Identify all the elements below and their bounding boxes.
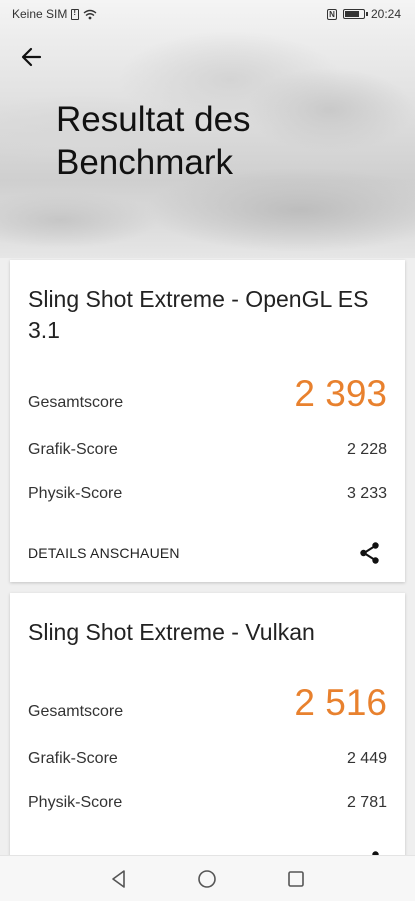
sim-warning-icon <box>71 8 80 20</box>
nav-home-button[interactable] <box>196 868 218 890</box>
nav-recents-button[interactable] <box>285 868 307 890</box>
back-triangle-icon <box>112 870 125 888</box>
status-bar: Keine SIM N 20:24 <box>0 0 415 28</box>
graphics-score-label: Grafik-Score <box>28 441 118 458</box>
carrier-label: Keine SIM <box>12 7 68 21</box>
test-title: Sling Shot Extreme - Vulkan <box>28 619 315 645</box>
physics-score-value: 2 781 <box>346 794 387 811</box>
total-score-label: Gesamtscore <box>28 394 124 411</box>
share-button[interactable] <box>357 540 383 566</box>
graphics-score-label: Grafik-Score <box>28 750 118 767</box>
details-button[interactable]: DETAILS ANSCHAUEN <box>28 545 180 561</box>
home-circle-icon <box>198 870 216 888</box>
graphics-score-value: 2 228 <box>346 441 387 458</box>
clock: 20:24 <box>370 7 401 21</box>
page-title: Resultat des Benchmark <box>56 100 251 182</box>
result-card-vulkan: Sling Shot Extreme - Vulkan Gesamtscore … <box>10 593 405 863</box>
nav-back-button[interactable] <box>108 868 130 890</box>
share-icon <box>360 542 379 564</box>
recents-square-icon <box>288 871 304 887</box>
physics-score-label: Physik-Score <box>28 485 123 502</box>
test-title: Sling Shot Extreme - OpenGL ES 3.1 <box>28 286 369 343</box>
total-score-label: Gesamtscore <box>28 703 124 720</box>
physics-score-label: Physik-Score <box>28 794 123 811</box>
arrow-left-icon <box>21 47 42 67</box>
graphics-score-value: 2 449 <box>346 750 387 767</box>
back-button[interactable] <box>18 44 48 70</box>
total-score-value: 2 393 <box>294 373 387 414</box>
nfc-icon: N <box>326 8 337 20</box>
wifi-icon <box>83 9 97 19</box>
battery-icon <box>342 9 368 19</box>
physics-score-value: 3 233 <box>346 485 387 502</box>
total-score-value: 2 516 <box>294 682 387 723</box>
system-navigation-bar <box>0 855 415 901</box>
result-card-opengl: Sling Shot Extreme - OpenGL ES 3.1 Gesam… <box>10 260 405 582</box>
